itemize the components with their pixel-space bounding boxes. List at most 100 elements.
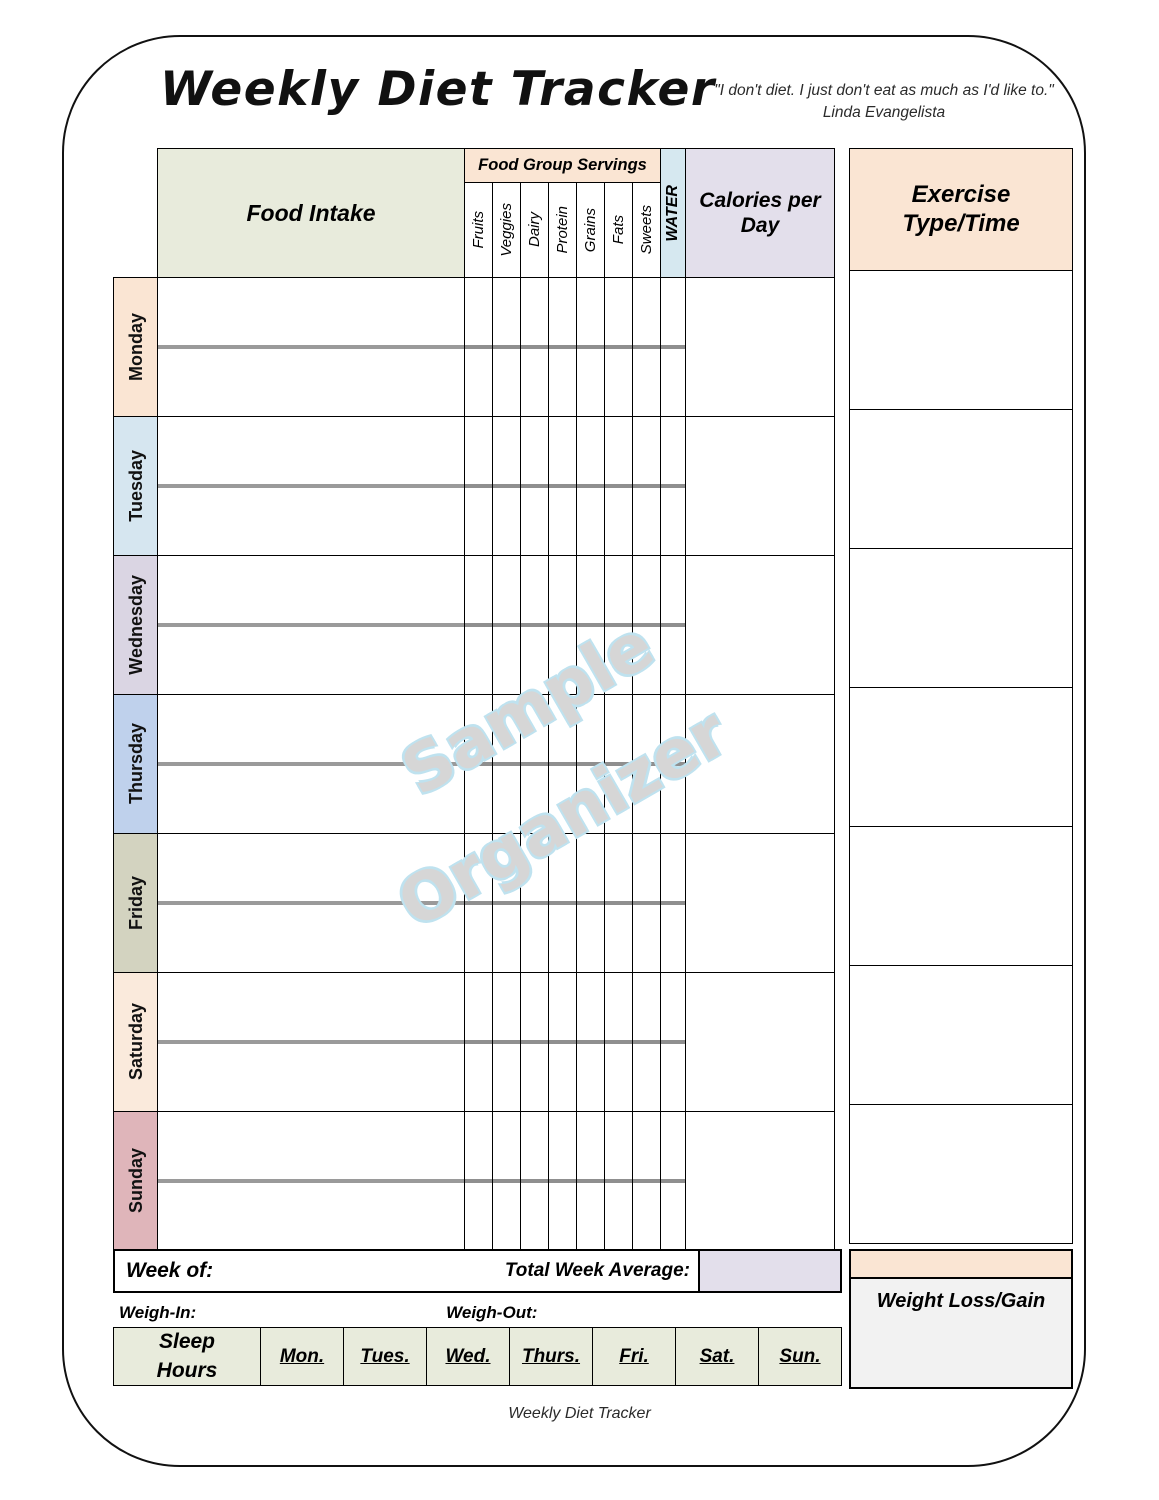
servings-input-thursday-fats[interactable]	[604, 694, 633, 834]
weight-loss-gain-label[interactable]: Weight Loss/Gain	[851, 1279, 1071, 1387]
sleep-input-mon[interactable]: Mon.	[260, 1327, 344, 1386]
servings-input-tuesday-grains[interactable]	[576, 416, 605, 556]
servings-input-saturday-fats[interactable]	[604, 972, 633, 1112]
sleep-input-fri[interactable]: Fri.	[592, 1327, 676, 1386]
servings-input-monday-veggies[interactable]	[492, 277, 521, 417]
servings-input-saturday-dairy[interactable]	[520, 972, 549, 1112]
exercise-input-thursday[interactable]	[849, 687, 1073, 827]
servings-input-sunday-sweets[interactable]	[632, 1111, 661, 1251]
servings-input-tuesday-veggies[interactable]	[492, 416, 521, 556]
exercise-table: Exercise Type/Time	[849, 148, 1073, 1244]
servings-input-wednesday-fruits[interactable]	[464, 555, 493, 695]
food-intake-input-monday[interactable]	[157, 277, 465, 417]
calories-input-friday[interactable]	[685, 833, 835, 973]
sleep-input-sun[interactable]: Sun.	[758, 1327, 842, 1386]
water-input-saturday[interactable]	[660, 972, 686, 1112]
servings-input-monday-sweets[interactable]	[632, 277, 661, 417]
servings-input-friday-protein[interactable]	[548, 833, 577, 973]
servings-input-thursday-veggies[interactable]	[492, 694, 521, 834]
total-week-average-input[interactable]	[698, 1251, 840, 1291]
servings-input-thursday-dairy[interactable]	[520, 694, 549, 834]
table-row: Thursday	[113, 694, 835, 834]
calories-input-tuesday[interactable]	[685, 416, 835, 556]
food-intake-input-tuesday[interactable]	[157, 416, 465, 556]
day-label-wednesday: Wednesday	[113, 555, 158, 695]
exercise-input-friday[interactable]	[849, 826, 1073, 966]
exercise-input-tuesday[interactable]	[849, 409, 1073, 549]
servings-input-wednesday-grains[interactable]	[576, 555, 605, 695]
servings-input-monday-grains[interactable]	[576, 277, 605, 417]
water-input-friday[interactable]	[660, 833, 686, 973]
day-label-sunday: Sunday	[113, 1111, 158, 1251]
table-row: Tuesday	[113, 416, 835, 556]
sleep-input-wed[interactable]: Wed.	[426, 1327, 510, 1386]
water-input-tuesday[interactable]	[660, 416, 686, 556]
servings-input-sunday-dairy[interactable]	[520, 1111, 549, 1251]
servings-input-saturday-protein[interactable]	[548, 972, 577, 1112]
servings-input-wednesday-sweets[interactable]	[632, 555, 661, 695]
sleep-input-sat[interactable]: Sat.	[675, 1327, 759, 1386]
servings-input-monday-fruits[interactable]	[464, 277, 493, 417]
header-food-intake: Food Intake	[157, 148, 465, 278]
week-of-label: Week of:	[126, 1259, 214, 1282]
servings-input-monday-dairy[interactable]	[520, 277, 549, 417]
servings-input-friday-dairy[interactable]	[520, 833, 549, 973]
servings-input-saturday-grains[interactable]	[576, 972, 605, 1112]
tracker-grid: Food Intake Food Group Servings WATER Calor…	[113, 148, 835, 1251]
food-intake-input-thursday[interactable]	[157, 694, 465, 834]
servings-input-saturday-fruits[interactable]	[464, 972, 493, 1112]
water-input-monday[interactable]	[660, 277, 686, 417]
food-intake-input-sunday[interactable]	[157, 1111, 465, 1251]
servings-input-tuesday-sweets[interactable]	[632, 416, 661, 556]
servings-input-thursday-fruits[interactable]	[464, 694, 493, 834]
weight-loss-gain-box: Weight Loss/Gain	[849, 1249, 1073, 1389]
calories-input-saturday[interactable]	[685, 972, 835, 1112]
food-intake-input-saturday[interactable]	[157, 972, 465, 1112]
servings-input-friday-grains[interactable]	[576, 833, 605, 973]
servings-input-wednesday-protein[interactable]	[548, 555, 577, 695]
calories-input-sunday[interactable]	[685, 1111, 835, 1251]
servings-input-sunday-grains[interactable]	[576, 1111, 605, 1251]
exercise-input-saturday[interactable]	[849, 965, 1073, 1105]
diet-tracker-page: Weekly Diet Tracker "I don't diet. I jus…	[0, 0, 1159, 1500]
calories-input-wednesday[interactable]	[685, 555, 835, 695]
exercise-input-sunday[interactable]	[849, 1104, 1073, 1244]
servings-input-friday-sweets[interactable]	[632, 833, 661, 973]
servings-input-sunday-fats[interactable]	[604, 1111, 633, 1251]
servings-input-monday-protein[interactable]	[548, 277, 577, 417]
servings-input-wednesday-dairy[interactable]	[520, 555, 549, 695]
servings-input-thursday-protein[interactable]	[548, 694, 577, 834]
water-input-sunday[interactable]	[660, 1111, 686, 1251]
header-food-group-sweets: Sweets	[632, 182, 661, 278]
header-food-group-servings: Food Group Servings	[464, 148, 661, 183]
weight-loss-gain-strip	[851, 1251, 1071, 1279]
calories-input-monday[interactable]	[685, 277, 835, 417]
servings-input-tuesday-protein[interactable]	[548, 416, 577, 556]
food-intake-input-wednesday[interactable]	[157, 555, 465, 695]
water-input-wednesday[interactable]	[660, 555, 686, 695]
servings-input-wednesday-veggies[interactable]	[492, 555, 521, 695]
servings-input-tuesday-fats[interactable]	[604, 416, 633, 556]
calories-input-thursday[interactable]	[685, 694, 835, 834]
food-intake-input-friday[interactable]	[157, 833, 465, 973]
servings-input-sunday-fruits[interactable]	[464, 1111, 493, 1251]
sleep-input-thurs[interactable]: Thurs.	[509, 1327, 593, 1386]
servings-input-thursday-grains[interactable]	[576, 694, 605, 834]
servings-input-tuesday-dairy[interactable]	[520, 416, 549, 556]
servings-input-thursday-sweets[interactable]	[632, 694, 661, 834]
servings-input-friday-fats[interactable]	[604, 833, 633, 973]
sleep-input-tues[interactable]: Tues.	[343, 1327, 427, 1386]
servings-input-saturday-veggies[interactable]	[492, 972, 521, 1112]
servings-input-friday-veggies[interactable]	[492, 833, 521, 973]
servings-input-friday-fruits[interactable]	[464, 833, 493, 973]
day-label-monday: Monday	[113, 277, 158, 417]
servings-input-wednesday-fats[interactable]	[604, 555, 633, 695]
servings-input-sunday-veggies[interactable]	[492, 1111, 521, 1251]
exercise-input-wednesday[interactable]	[849, 548, 1073, 688]
exercise-input-monday[interactable]	[849, 270, 1073, 410]
servings-input-saturday-sweets[interactable]	[632, 972, 661, 1112]
servings-input-sunday-protein[interactable]	[548, 1111, 577, 1251]
water-input-thursday[interactable]	[660, 694, 686, 834]
servings-input-tuesday-fruits[interactable]	[464, 416, 493, 556]
servings-input-monday-fats[interactable]	[604, 277, 633, 417]
